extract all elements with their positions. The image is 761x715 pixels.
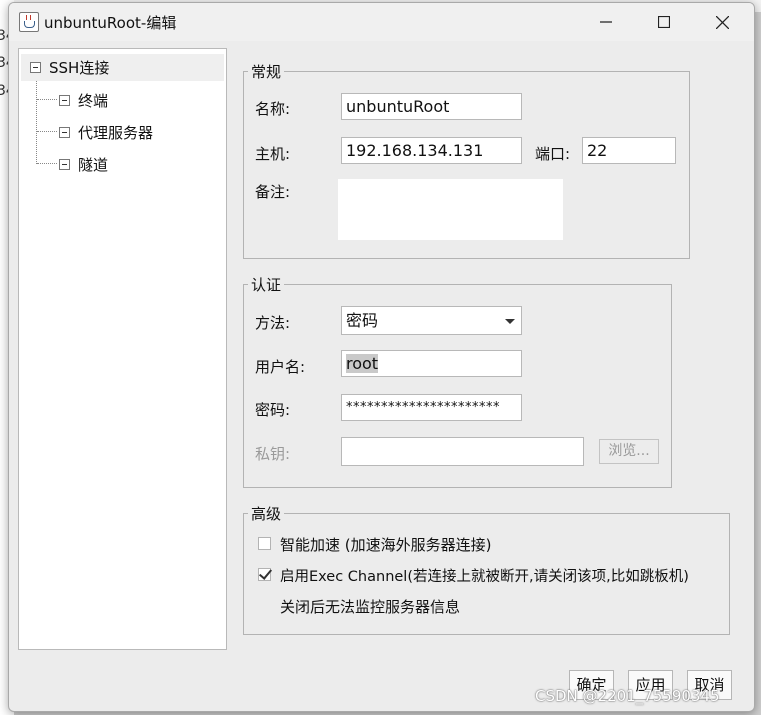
collapse-icon[interactable] — [30, 62, 41, 73]
smart-accel-label[interactable]: 智能加速 (加速海外服务器连接) — [280, 534, 491, 555]
private-key-input[interactable] — [341, 437, 584, 466]
tree-connector — [37, 163, 57, 164]
tree-item-label: 代理服务器 — [78, 123, 154, 142]
exec-channel-note: 关闭后无法监控服务器信息 — [280, 598, 461, 616]
collapse-icon[interactable] — [59, 94, 70, 106]
note-label: 备注: — [255, 183, 291, 201]
exec-channel-checkbox[interactable] — [258, 568, 271, 581]
tree-item-tunnel[interactable]: 隧道 — [59, 152, 108, 176]
window-title: unbuntuRoot-编辑 — [44, 14, 177, 32]
tree-connector — [37, 99, 57, 100]
watermark: CSDN @2201_75590345 — [535, 687, 720, 705]
minimize-icon — [600, 21, 612, 23]
collapse-icon[interactable] — [59, 126, 70, 138]
name-input[interactable] — [341, 93, 522, 120]
tree-item-label: 终端 — [78, 91, 109, 110]
note-textarea[interactable] — [338, 179, 563, 240]
settings-tree: SSH连接 终端 代理服务器 隧道 — [18, 48, 227, 650]
username-label: 用户名: — [255, 358, 306, 376]
username-input[interactable]: root — [341, 350, 522, 377]
port-label: 端口: — [535, 145, 571, 163]
general-group-title: 常规 — [251, 63, 282, 81]
method-label: 方法: — [255, 314, 291, 332]
java-app-icon — [19, 12, 39, 32]
password-input[interactable]: ********************** — [341, 394, 522, 421]
username-value: root — [346, 354, 379, 373]
edit-session-dialog: unbuntuRoot-编辑 SSH连接 终端 代理服务器 隧道 常规 名称: … — [8, 2, 755, 712]
name-label: 名称: — [255, 100, 291, 118]
auth-group-title: 认证 — [251, 276, 282, 294]
close-button[interactable] — [693, 3, 751, 41]
smart-accel-checkbox[interactable] — [258, 537, 271, 550]
collapse-icon[interactable] — [59, 158, 70, 170]
minimize-button[interactable] — [577, 3, 635, 41]
exec-channel-label[interactable]: 启用Exec Channel(若连接上就被断开,请关闭该项,比如跳板机) — [280, 565, 689, 586]
auth-method-select[interactable]: 密码 — [341, 306, 522, 335]
maximize-button[interactable] — [635, 3, 693, 41]
title-bar[interactable]: unbuntuRoot-编辑 — [9, 3, 754, 41]
dropdown-arrow-icon — [505, 319, 515, 324]
private-key-label: 私钥: — [255, 445, 291, 463]
password-label: 密码: — [255, 401, 291, 419]
port-input[interactable] — [582, 137, 676, 164]
maximize-icon — [658, 16, 670, 28]
browse-button[interactable]: 浏览... — [599, 439, 659, 464]
advanced-group-title: 高级 — [251, 505, 282, 523]
host-input[interactable] — [341, 137, 522, 164]
close-icon — [715, 15, 729, 29]
tree-connector — [37, 131, 57, 132]
auth-method-value: 密码 — [346, 311, 379, 330]
tree-connector — [36, 77, 37, 164]
tree-item-proxy[interactable]: 代理服务器 — [59, 120, 153, 144]
tree-item-label: SSH连接 — [49, 59, 110, 77]
tree-item-terminal[interactable]: 终端 — [59, 88, 108, 112]
tree-item-label: 隧道 — [78, 155, 109, 174]
host-label: 主机: — [255, 145, 291, 163]
tree-item-ssh[interactable]: SSH连接 — [21, 54, 224, 81]
